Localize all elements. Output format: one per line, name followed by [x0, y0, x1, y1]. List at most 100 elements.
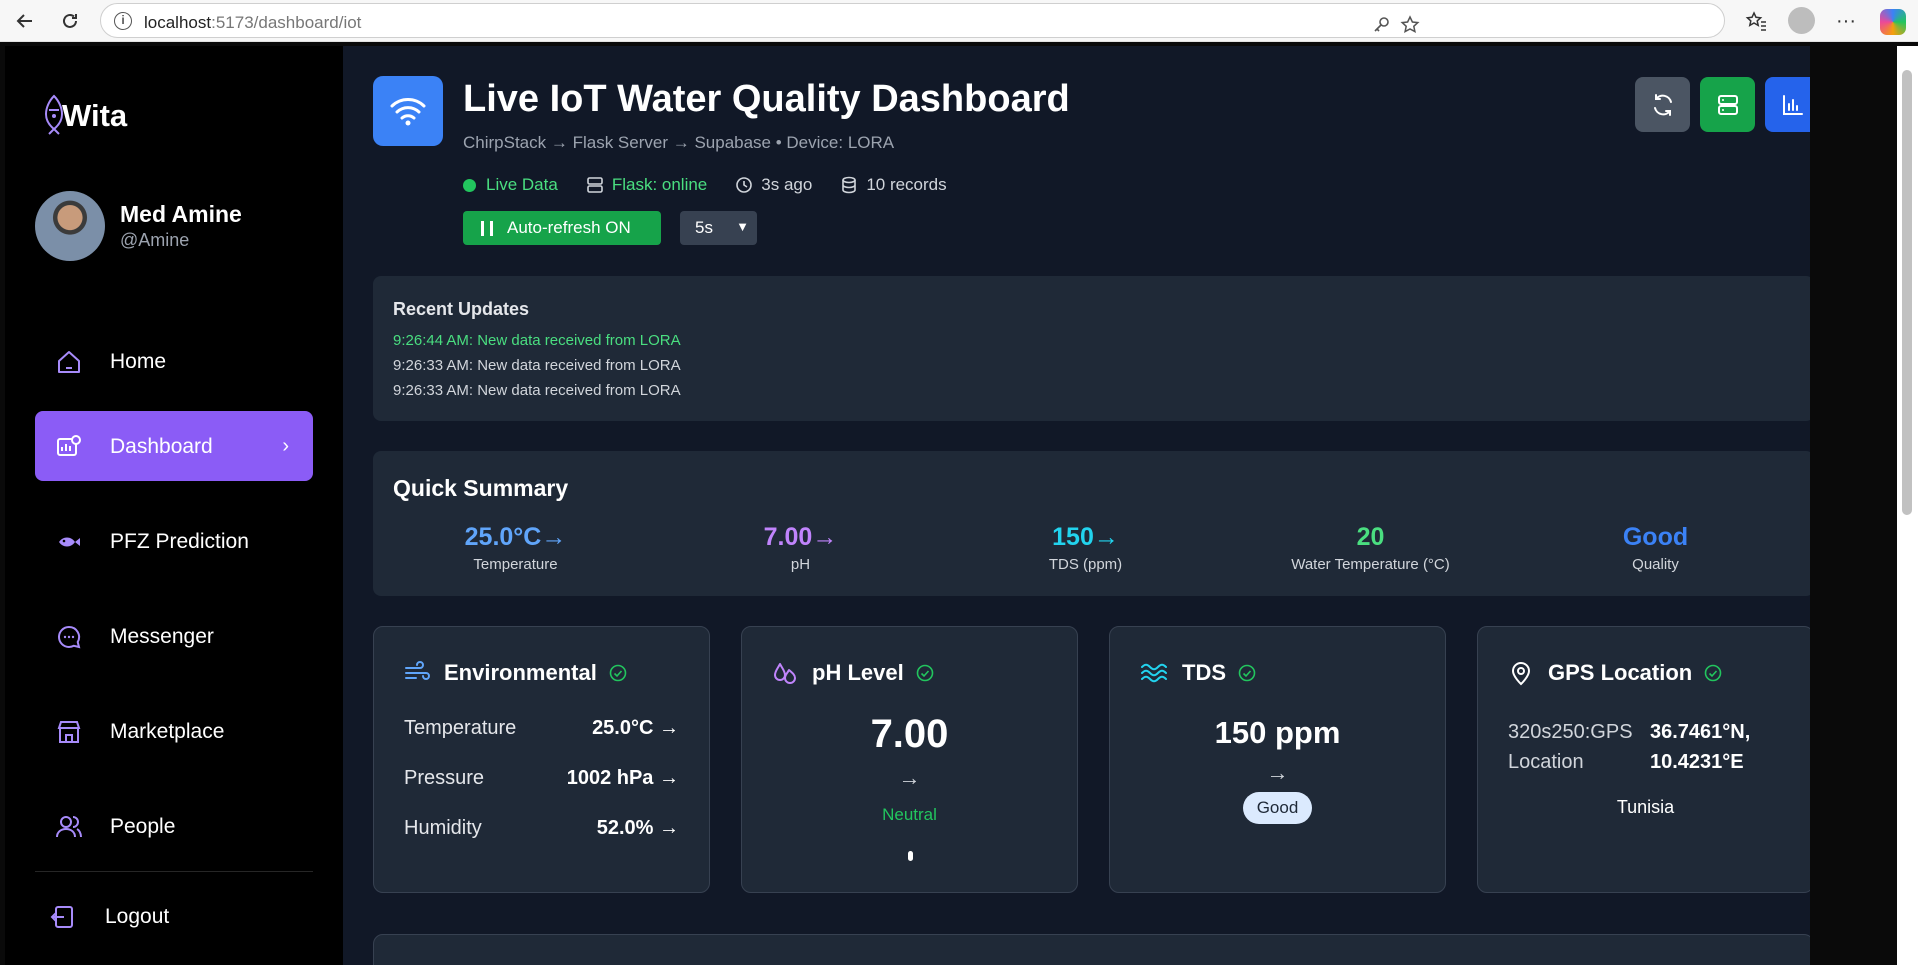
site-info-icon[interactable]: i: [114, 12, 132, 30]
row-label: Humidity: [404, 817, 482, 839]
copilot-icon[interactable]: [1880, 9, 1906, 35]
gps-label-line: 320s250:GPS: [1508, 721, 1633, 743]
sidebar-item-label: PFZ Prediction: [110, 530, 249, 553]
card-title: pH Level: [812, 660, 904, 685]
gps-longitude: 10.4231°E: [1650, 751, 1744, 773]
row-value: 52.0% →: [596, 817, 679, 839]
time-label: 3s ago: [761, 175, 813, 194]
gps-country: Tunisia: [1616, 797, 1675, 817]
summary-label: Quality: [1632, 556, 1679, 573]
next-panel: [373, 934, 1810, 965]
logout-button[interactable]: Logout: [30, 881, 308, 951]
record-count: 10 records: [840, 175, 947, 195]
card-header: TDS: [1140, 660, 1256, 686]
scrollbar-thumb[interactable]: [1902, 70, 1912, 515]
sidebar-item-home[interactable]: Home: [35, 326, 313, 396]
card-header: pH Level: [772, 660, 934, 686]
summary-label: Temperature: [473, 556, 558, 573]
gps-card: GPS Location 320s250:GPS Location 36.746…: [1477, 626, 1810, 893]
update-item: 9:26:33 AM: New data received from LORA: [393, 382, 681, 399]
flask-label: Flask: online: [611, 175, 708, 194]
summary-water-temperature: 20 Water Temperature (°C): [1228, 523, 1513, 573]
more-icon[interactable]: ···: [1834, 9, 1858, 33]
server-icon: [1717, 94, 1738, 115]
sidebar-divider: [35, 871, 313, 872]
analytics-button[interactable]: [1765, 77, 1810, 132]
sidebar-item-marketplace[interactable]: Marketplace: [35, 696, 313, 766]
summary-quality: Good Quality: [1513, 523, 1798, 573]
sidebar-item-label: Home: [110, 350, 167, 373]
back-icon[interactable]: [12, 8, 38, 34]
profile-icon[interactable]: [1788, 7, 1815, 34]
reload-icon[interactable]: [57, 8, 83, 34]
trend-arrow: →: [1093, 523, 1119, 551]
profile-handle: @Amine: [120, 230, 190, 250]
url-text: localhost:5173/dashboard/iot: [144, 13, 361, 33]
sidebar-item-label: Marketplace: [110, 720, 225, 743]
ph-value: 7.00: [870, 712, 949, 756]
tds-value: 150 ppm: [1214, 715, 1341, 750]
card-title: GPS Location: [1548, 660, 1693, 685]
tds-card: TDS 150 ppm → Good: [1109, 626, 1446, 893]
trend-arrow: →: [541, 523, 567, 551]
chevron-down-icon: ▼: [736, 219, 749, 234]
avatar[interactable]: [35, 191, 105, 261]
auto-refresh-button[interactable]: Auto-refresh ON: [463, 211, 661, 245]
live-label: Live Data: [486, 175, 558, 194]
live-status: Live Data: [463, 175, 558, 195]
status-badge: Good: [1242, 792, 1313, 824]
star-icon[interactable]: [1398, 13, 1422, 37]
recent-updates-panel: Recent Updates 9:26:44 AM: New data rece…: [373, 276, 1810, 421]
update-item: 9:26:33 AM: New data received from LORA: [393, 357, 681, 374]
trend-arrow: →: [812, 523, 838, 551]
last-update: 3s ago: [735, 175, 812, 195]
row-value: 1002 hPa →: [566, 767, 679, 789]
quick-summary-panel: Quick Summary 25.0°C→ Temperature 7.00→ …: [373, 451, 1810, 596]
interval-value: 5s: [695, 218, 713, 237]
sidebar-item-pfz-prediction[interactable]: PFZ Prediction: [35, 506, 313, 576]
dashboard-icon: [57, 435, 81, 456]
card-title: Environmental: [444, 660, 597, 685]
status-row: Live Data Flask: online 3s ago 10 record…: [463, 173, 975, 197]
brand-name: Wita: [62, 98, 128, 133]
clock-icon: [736, 177, 753, 193]
sidebar-item-label: People: [110, 815, 176, 838]
gps-label-line: Location: [1508, 751, 1584, 773]
summary-tds: 150→ TDS (ppm): [943, 523, 1228, 573]
summary-value: 150: [1052, 523, 1094, 551]
summary-temperature: 25.0°C→ Temperature: [373, 523, 658, 573]
key-icon[interactable]: [1369, 13, 1393, 37]
sidebar-item-people[interactable]: People: [35, 791, 313, 861]
sidebar-item-dashboard[interactable]: Dashboard ›: [35, 411, 313, 481]
store-icon: [57, 721, 81, 743]
updates-title: Recent Updates: [393, 299, 530, 319]
pause-icon: [481, 221, 493, 236]
home-icon: [58, 351, 80, 373]
address-bar[interactable]: i localhost:5173/dashboard/iot: [100, 3, 1725, 38]
env-row-humidity: Humidity 52.0% →: [404, 817, 679, 840]
page-title: Live IoT Water Quality Dashboard: [463, 78, 1070, 120]
gps-coordinates: 36.7461°N, 10.4231°E: [1650, 717, 1750, 777]
row-label: Pressure: [404, 767, 485, 789]
summary-value: Good: [1622, 523, 1689, 551]
summary-label: TDS (ppm): [1048, 556, 1123, 573]
server-button[interactable]: [1700, 77, 1755, 132]
gps-label: 320s250:GPS Location: [1508, 717, 1633, 777]
check-circle-icon: [1238, 664, 1256, 682]
favorites-icon[interactable]: [1744, 9, 1768, 33]
card-title: TDS: [1182, 660, 1226, 685]
gps-latitude: 36.7461°N,: [1650, 721, 1751, 743]
map-pin-icon: [1511, 662, 1531, 686]
app-window: Wita Med Amine @Amine Home Dashboard › P…: [5, 46, 1810, 965]
row-value: 25.0°C →: [592, 717, 679, 739]
row-label: Temperature: [404, 717, 517, 739]
page-subtitle: ChirpStack → Flask Server → Supabase • D…: [463, 133, 895, 152]
sidebar-item-messenger[interactable]: Messenger: [35, 601, 313, 671]
bar-chart-icon: [1782, 94, 1803, 115]
summary-value: 7.00: [763, 523, 813, 551]
tds-badge-wrap: Good: [1110, 792, 1445, 824]
logout-label: Logout: [105, 905, 170, 928]
interval-select[interactable]: 5s ▼: [680, 211, 757, 245]
refresh-button[interactable]: [1635, 77, 1690, 132]
check-circle-icon: [609, 664, 627, 682]
